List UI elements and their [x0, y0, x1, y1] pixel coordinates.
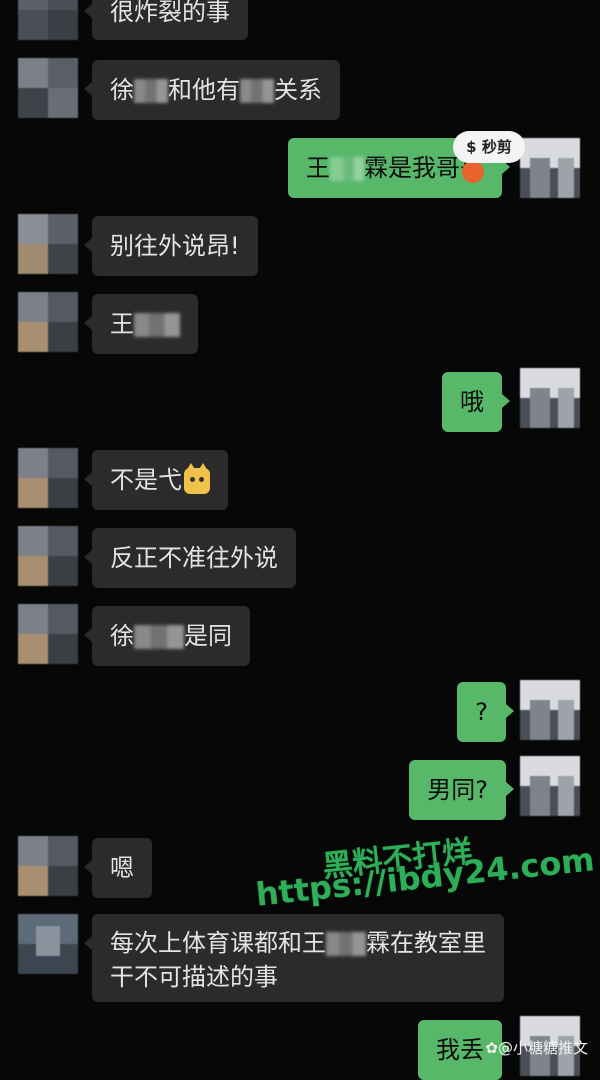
badge-icon: $	[466, 138, 482, 156]
message-text: 徐	[110, 622, 134, 650]
message-text: 每次上体育课都和王	[110, 929, 326, 957]
my-avatar[interactable]	[520, 138, 580, 198]
contact-avatar[interactable]	[18, 58, 78, 118]
message-text: 关系	[274, 76, 322, 104]
contact-avatar[interactable]	[18, 448, 78, 508]
message-text: 哦	[460, 388, 484, 416]
censored-name	[330, 157, 364, 181]
message-text: 徐	[110, 76, 134, 104]
message-text: 霖在教室里	[366, 929, 486, 957]
contact-avatar[interactable]	[18, 0, 78, 40]
censored-name	[134, 313, 180, 337]
contact-avatar[interactable]	[18, 214, 78, 274]
my-avatar[interactable]	[520, 368, 580, 428]
message-bubble[interactable]: 嗯	[84, 838, 152, 898]
app-badge: $ 秒剪	[453, 131, 525, 163]
my-avatar[interactable]	[520, 756, 580, 816]
contact-avatar[interactable]	[18, 914, 78, 974]
contact-avatar[interactable]	[18, 604, 78, 664]
message-text: 我丢	[436, 1036, 484, 1064]
message-bubble[interactable]: 徐 是同	[84, 606, 250, 666]
contact-avatar[interactable]	[18, 526, 78, 586]
message-bubble[interactable]: 徐 和他有 关系	[84, 60, 340, 120]
chat-view: 很炸裂的事 徐和他有 关系 王霖是我哥哥 $ 秒剪 别往外说昂! 王 哦 不是弋…	[0, 0, 600, 1080]
contact-avatar[interactable]	[18, 292, 78, 352]
censored-name	[134, 625, 184, 649]
message-bubble[interactable]: 反正不准往外说	[84, 528, 296, 588]
message-line: 每次上体育课都和王 霖在教室里	[110, 926, 486, 960]
message-bubble[interactable]: 每次上体育课都和王 霖在教室里 干不可描述的事	[84, 914, 504, 1002]
message-text: 嗯	[110, 854, 134, 882]
message-bubble[interactable]: 别往外说昂!	[84, 216, 258, 276]
message-bubble[interactable]: 王	[84, 294, 198, 354]
message-text: 别往外说昂!	[110, 232, 240, 260]
message-text: 很炸裂的事	[110, 0, 230, 26]
censored-text	[240, 79, 274, 103]
message-text: 和他有	[168, 76, 240, 104]
message-text: 不是弋	[110, 466, 182, 494]
badge-dot	[462, 161, 484, 183]
message-text: 王	[306, 154, 330, 182]
message-line: 干不可描述的事	[110, 960, 486, 994]
source-label: @小糖糖推文	[497, 1039, 588, 1057]
censored-name	[326, 932, 366, 956]
message-bubble[interactable]: 哦	[442, 372, 510, 432]
message-bubble[interactable]: 很炸裂的事	[84, 0, 248, 40]
source-credit: ✿@小糖糖推文	[485, 1037, 588, 1058]
my-avatar[interactable]	[520, 680, 580, 740]
badge-label: 秒剪	[481, 138, 512, 156]
message-bubble[interactable]: ?	[457, 682, 514, 742]
cat-emoji-icon	[184, 463, 210, 494]
message-text: 反正不准往外说	[110, 544, 278, 572]
contact-avatar[interactable]	[18, 836, 78, 896]
message-text: ?	[475, 698, 488, 726]
censored-name	[134, 79, 168, 103]
message-text: 男同?	[427, 776, 488, 804]
paw-icon: ✿	[485, 1039, 498, 1057]
message-text: 干不可描述的事	[110, 963, 278, 991]
message-text: 王	[110, 310, 134, 338]
message-bubble[interactable]: 男同?	[409, 760, 514, 820]
message-text: 是同	[184, 622, 232, 650]
message-bubble[interactable]: 不是弋	[84, 450, 228, 510]
